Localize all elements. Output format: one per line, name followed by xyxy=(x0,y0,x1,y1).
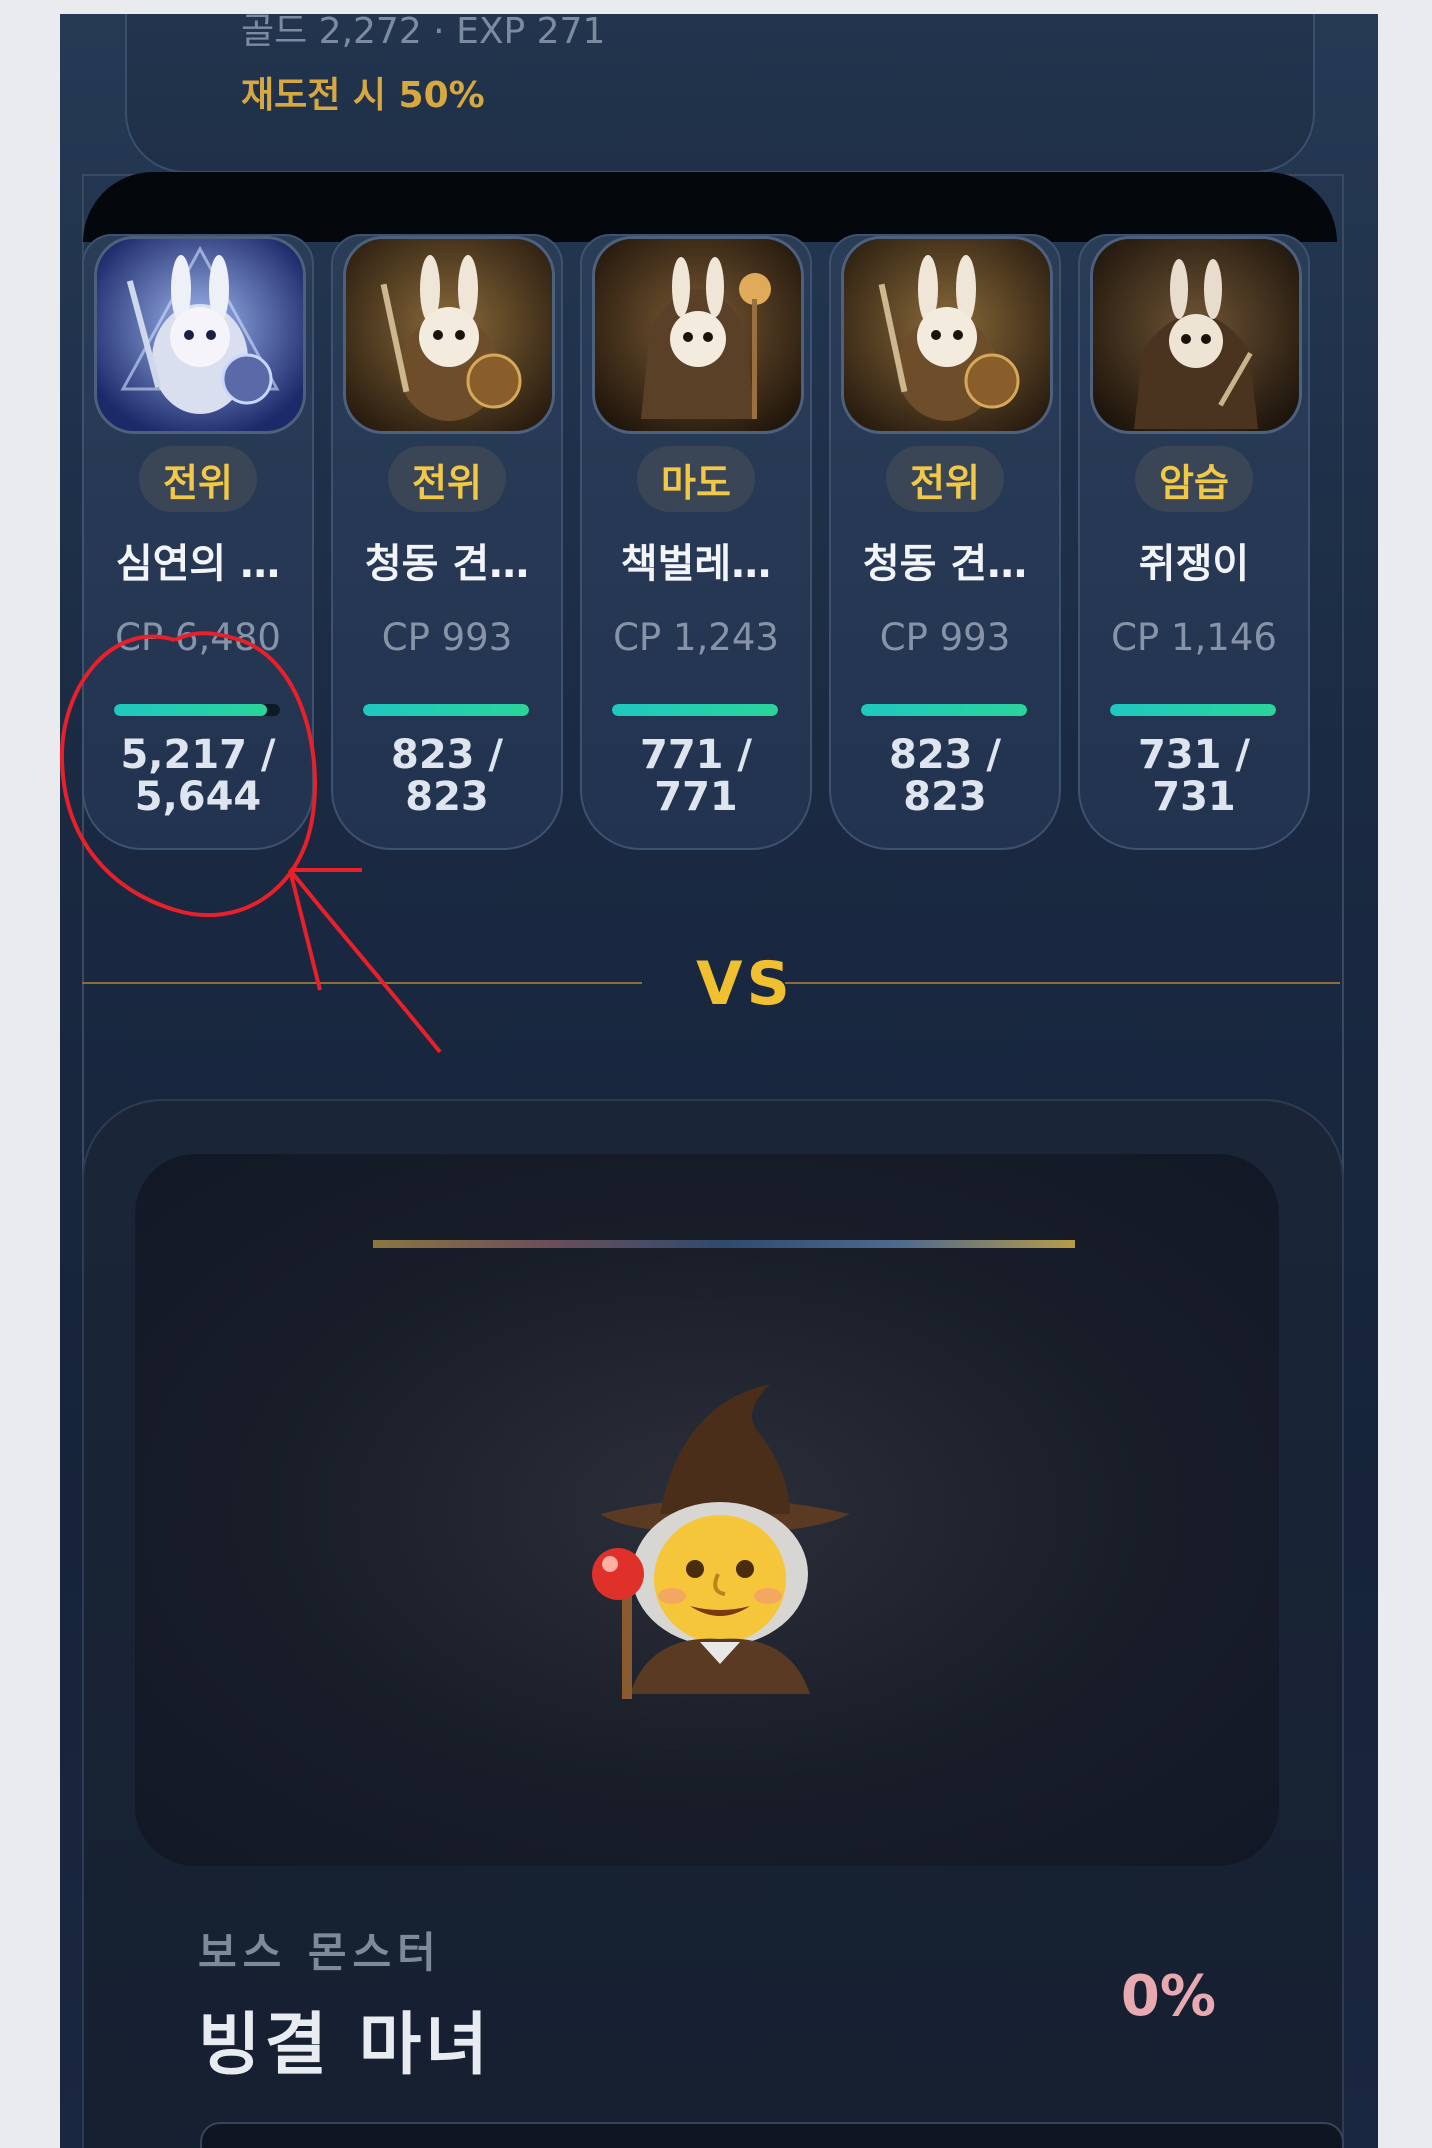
hero-name: 청동 견… xyxy=(862,541,1028,587)
hero-cp: CP 1,146 xyxy=(1111,616,1277,659)
hero-hp-fill xyxy=(861,704,1027,716)
hero-card[interactable]: 전위 청동 견… CP 993 823 /823 xyxy=(331,234,563,850)
reward-card: 골드 2,272 · EXP 271 재도전 시 50% xyxy=(125,14,1315,173)
hero-hp-fill xyxy=(1110,704,1276,716)
role-badge: 전위 xyxy=(886,446,1004,512)
hero-hp-text: 731 /731 xyxy=(1080,734,1308,818)
retry-note: 재도전 시 50% xyxy=(241,75,485,116)
rabbit-knight-icon xyxy=(97,239,303,431)
boss-aura-bar xyxy=(373,1240,1075,1248)
hero-hp-current: 771 / xyxy=(639,732,753,778)
hero-hp-max: 731 xyxy=(1152,774,1236,820)
team-section-header xyxy=(83,172,1337,242)
hero-card[interactable]: 전위 청동 견… CP 993 823 /823 xyxy=(829,234,1061,850)
hero-hp-text: 823 /823 xyxy=(831,734,1059,818)
boss-progress-percent: 0% xyxy=(1120,1964,1216,2029)
hero-hp-max: 771 xyxy=(654,774,738,820)
hero-hp-fill xyxy=(363,704,529,716)
hero-card[interactable]: 암습 쥐쟁이 CP 1,146 731 /731 xyxy=(1078,234,1310,850)
hero-hp-bar xyxy=(363,704,529,716)
hero-name: 책벌레… xyxy=(620,541,772,587)
hero-hp-fill xyxy=(114,704,268,716)
hero-hp-text: 5,217 /5,644 xyxy=(84,734,312,818)
hero-portrait xyxy=(1090,236,1302,434)
vs-divider-left xyxy=(82,982,642,984)
rabbit-warrior-icon xyxy=(844,239,1050,431)
battle-panel: 골드 2,272 · EXP 271 재도전 시 50% 전위 심연의 … CP… xyxy=(60,14,1378,2148)
reward-line: 골드 2,272 · EXP 271 xyxy=(241,14,606,52)
rabbit-mage-icon xyxy=(595,239,801,431)
hero-name: 쥐쟁이 xyxy=(1138,541,1250,587)
hero-hp-max: 5,644 xyxy=(134,774,262,820)
hero-name: 청동 견… xyxy=(364,541,530,587)
boss-type-label: 보스 몬스터 xyxy=(198,1928,442,1977)
rabbit-warrior-icon xyxy=(346,239,552,431)
hero-portrait xyxy=(592,236,804,434)
role-badge: 암습 xyxy=(1135,446,1253,512)
hero-portrait xyxy=(841,236,1053,434)
role-badge: 전위 xyxy=(388,446,506,512)
witch-icon xyxy=(560,1364,880,1704)
hero-hp-fill xyxy=(612,704,778,716)
hero-hp-text: 823 /823 xyxy=(333,734,561,818)
boss-name: 빙결 마녀 xyxy=(198,2006,492,2085)
hero-hp-max: 823 xyxy=(405,774,489,820)
hero-cp: CP 993 xyxy=(381,616,513,659)
hero-card[interactable]: 전위 심연의 … CP 6,480 5,217 /5,644 xyxy=(82,234,314,850)
hero-card[interactable]: 마도 책벌레… CP 1,243 771 /771 xyxy=(580,234,812,850)
vs-label: VS xyxy=(696,949,794,1019)
rabbit-rogue-icon xyxy=(1093,239,1299,431)
hero-portrait xyxy=(94,236,306,434)
hero-hp-bar xyxy=(1110,704,1276,716)
hero-hp-bar xyxy=(114,704,280,716)
hero-hp-current: 731 / xyxy=(1137,732,1251,778)
vs-divider-right xyxy=(785,982,1340,984)
hero-cp: CP 993 xyxy=(879,616,1011,659)
hero-hp-current: 5,217 / xyxy=(120,732,276,778)
boss-hp-bar xyxy=(200,2122,1344,2148)
role-badge: 전위 xyxy=(139,446,257,512)
hero-portrait xyxy=(343,236,555,434)
hero-hp-text: 771 /771 xyxy=(582,734,810,818)
hero-cp: CP 6,480 xyxy=(115,616,281,659)
hero-hp-current: 823 / xyxy=(888,732,1002,778)
hero-hp-current: 823 / xyxy=(390,732,504,778)
role-badge: 마도 xyxy=(637,446,755,512)
hero-hp-bar xyxy=(612,704,778,716)
hero-cp: CP 1,243 xyxy=(613,616,779,659)
hero-name: 심연의 … xyxy=(115,541,281,587)
hero-hp-max: 823 xyxy=(903,774,987,820)
hero-hp-bar xyxy=(861,704,1027,716)
